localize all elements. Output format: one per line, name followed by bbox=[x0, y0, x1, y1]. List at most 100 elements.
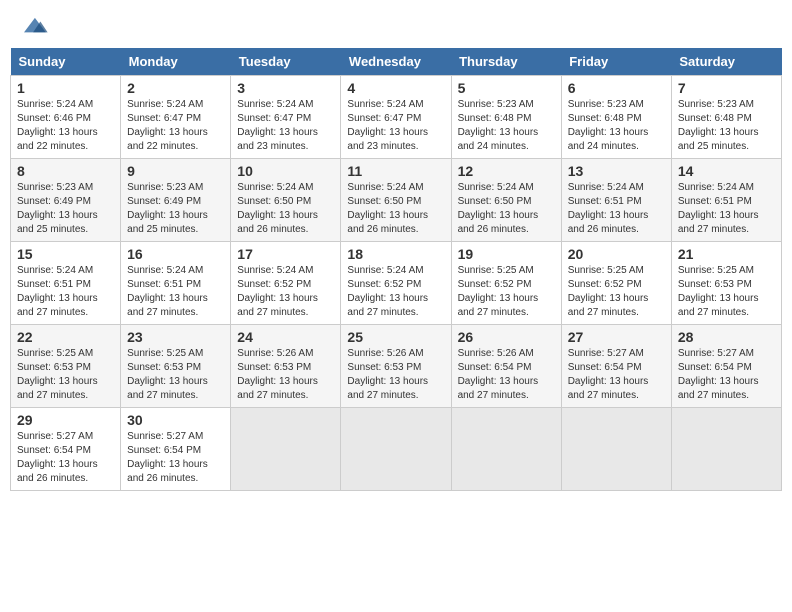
calendar-cell: 3 Sunrise: 5:24 AMSunset: 6:47 PMDayligh… bbox=[231, 76, 341, 159]
calendar-cell: 17 Sunrise: 5:24 AMSunset: 6:52 PMDaylig… bbox=[231, 242, 341, 325]
calendar-table: SundayMondayTuesdayWednesdayThursdayFrid… bbox=[10, 48, 782, 491]
day-number: 26 bbox=[458, 329, 555, 345]
calendar-cell: 1 Sunrise: 5:24 AMSunset: 6:46 PMDayligh… bbox=[11, 76, 121, 159]
day-info: Sunrise: 5:27 AMSunset: 6:54 PMDaylight:… bbox=[568, 348, 649, 401]
logo bbox=[20, 16, 52, 36]
calendar-cell: 4 Sunrise: 5:24 AMSunset: 6:47 PMDayligh… bbox=[341, 76, 451, 159]
calendar-cell: 18 Sunrise: 5:24 AMSunset: 6:52 PMDaylig… bbox=[341, 242, 451, 325]
header bbox=[10, 10, 782, 42]
day-info: Sunrise: 5:24 AMSunset: 6:51 PMDaylight:… bbox=[678, 182, 759, 235]
day-number: 4 bbox=[347, 80, 444, 96]
day-info: Sunrise: 5:24 AMSunset: 6:50 PMDaylight:… bbox=[237, 182, 318, 235]
calendar-cell: 21 Sunrise: 5:25 AMSunset: 6:53 PMDaylig… bbox=[671, 242, 781, 325]
logo-icon bbox=[20, 16, 48, 36]
day-number: 1 bbox=[17, 80, 114, 96]
day-info: Sunrise: 5:24 AMSunset: 6:52 PMDaylight:… bbox=[347, 265, 428, 318]
calendar-cell: 15 Sunrise: 5:24 AMSunset: 6:51 PMDaylig… bbox=[11, 242, 121, 325]
calendar-cell: 5 Sunrise: 5:23 AMSunset: 6:48 PMDayligh… bbox=[451, 76, 561, 159]
day-number: 30 bbox=[127, 412, 224, 428]
calendar-cell: 14 Sunrise: 5:24 AMSunset: 6:51 PMDaylig… bbox=[671, 159, 781, 242]
day-number: 23 bbox=[127, 329, 224, 345]
day-info: Sunrise: 5:25 AMSunset: 6:53 PMDaylight:… bbox=[17, 348, 98, 401]
day-info: Sunrise: 5:26 AMSunset: 6:54 PMDaylight:… bbox=[458, 348, 539, 401]
calendar-cell: 24 Sunrise: 5:26 AMSunset: 6:53 PMDaylig… bbox=[231, 325, 341, 408]
day-number: 27 bbox=[568, 329, 665, 345]
calendar-week-5: 29 Sunrise: 5:27 AMSunset: 6:54 PMDaylig… bbox=[11, 408, 782, 491]
day-number: 22 bbox=[17, 329, 114, 345]
day-info: Sunrise: 5:24 AMSunset: 6:47 PMDaylight:… bbox=[127, 99, 208, 152]
calendar-week-4: 22 Sunrise: 5:25 AMSunset: 6:53 PMDaylig… bbox=[11, 325, 782, 408]
day-info: Sunrise: 5:24 AMSunset: 6:47 PMDaylight:… bbox=[347, 99, 428, 152]
day-number: 19 bbox=[458, 246, 555, 262]
day-number: 15 bbox=[17, 246, 114, 262]
day-number: 2 bbox=[127, 80, 224, 96]
weekday-header-tuesday: Tuesday bbox=[231, 48, 341, 76]
day-number: 14 bbox=[678, 163, 775, 179]
weekday-header-thursday: Thursday bbox=[451, 48, 561, 76]
calendar-cell: 29 Sunrise: 5:27 AMSunset: 6:54 PMDaylig… bbox=[11, 408, 121, 491]
calendar-cell: 16 Sunrise: 5:24 AMSunset: 6:51 PMDaylig… bbox=[121, 242, 231, 325]
day-info: Sunrise: 5:27 AMSunset: 6:54 PMDaylight:… bbox=[17, 431, 98, 484]
calendar-cell: 22 Sunrise: 5:25 AMSunset: 6:53 PMDaylig… bbox=[11, 325, 121, 408]
day-info: Sunrise: 5:26 AMSunset: 6:53 PMDaylight:… bbox=[237, 348, 318, 401]
day-info: Sunrise: 5:25 AMSunset: 6:53 PMDaylight:… bbox=[678, 265, 759, 318]
calendar-cell bbox=[671, 408, 781, 491]
weekday-header-saturday: Saturday bbox=[671, 48, 781, 76]
day-info: Sunrise: 5:24 AMSunset: 6:51 PMDaylight:… bbox=[17, 265, 98, 318]
day-info: Sunrise: 5:24 AMSunset: 6:50 PMDaylight:… bbox=[458, 182, 539, 235]
day-number: 20 bbox=[568, 246, 665, 262]
day-info: Sunrise: 5:24 AMSunset: 6:51 PMDaylight:… bbox=[568, 182, 649, 235]
weekday-header-friday: Friday bbox=[561, 48, 671, 76]
day-number: 6 bbox=[568, 80, 665, 96]
day-number: 21 bbox=[678, 246, 775, 262]
calendar-cell: 28 Sunrise: 5:27 AMSunset: 6:54 PMDaylig… bbox=[671, 325, 781, 408]
calendar-cell: 30 Sunrise: 5:27 AMSunset: 6:54 PMDaylig… bbox=[121, 408, 231, 491]
calendar-cell: 7 Sunrise: 5:23 AMSunset: 6:48 PMDayligh… bbox=[671, 76, 781, 159]
day-info: Sunrise: 5:24 AMSunset: 6:47 PMDaylight:… bbox=[237, 99, 318, 152]
calendar-cell: 6 Sunrise: 5:23 AMSunset: 6:48 PMDayligh… bbox=[561, 76, 671, 159]
calendar-cell: 26 Sunrise: 5:26 AMSunset: 6:54 PMDaylig… bbox=[451, 325, 561, 408]
weekday-header-sunday: Sunday bbox=[11, 48, 121, 76]
calendar-week-2: 8 Sunrise: 5:23 AMSunset: 6:49 PMDayligh… bbox=[11, 159, 782, 242]
day-number: 16 bbox=[127, 246, 224, 262]
day-info: Sunrise: 5:23 AMSunset: 6:48 PMDaylight:… bbox=[678, 99, 759, 152]
calendar-cell: 27 Sunrise: 5:27 AMSunset: 6:54 PMDaylig… bbox=[561, 325, 671, 408]
day-info: Sunrise: 5:23 AMSunset: 6:49 PMDaylight:… bbox=[127, 182, 208, 235]
calendar-week-1: 1 Sunrise: 5:24 AMSunset: 6:46 PMDayligh… bbox=[11, 76, 782, 159]
calendar-cell: 23 Sunrise: 5:25 AMSunset: 6:53 PMDaylig… bbox=[121, 325, 231, 408]
calendar-cell bbox=[341, 408, 451, 491]
day-info: Sunrise: 5:25 AMSunset: 6:52 PMDaylight:… bbox=[458, 265, 539, 318]
day-info: Sunrise: 5:24 AMSunset: 6:52 PMDaylight:… bbox=[237, 265, 318, 318]
day-number: 9 bbox=[127, 163, 224, 179]
calendar-cell: 8 Sunrise: 5:23 AMSunset: 6:49 PMDayligh… bbox=[11, 159, 121, 242]
day-number: 8 bbox=[17, 163, 114, 179]
day-number: 18 bbox=[347, 246, 444, 262]
calendar-week-3: 15 Sunrise: 5:24 AMSunset: 6:51 PMDaylig… bbox=[11, 242, 782, 325]
weekday-header-wednesday: Wednesday bbox=[341, 48, 451, 76]
weekday-header-row: SundayMondayTuesdayWednesdayThursdayFrid… bbox=[11, 48, 782, 76]
day-info: Sunrise: 5:24 AMSunset: 6:46 PMDaylight:… bbox=[17, 99, 98, 152]
day-number: 10 bbox=[237, 163, 334, 179]
day-info: Sunrise: 5:24 AMSunset: 6:51 PMDaylight:… bbox=[127, 265, 208, 318]
day-number: 11 bbox=[347, 163, 444, 179]
day-number: 29 bbox=[17, 412, 114, 428]
day-info: Sunrise: 5:27 AMSunset: 6:54 PMDaylight:… bbox=[127, 431, 208, 484]
day-number: 12 bbox=[458, 163, 555, 179]
day-info: Sunrise: 5:24 AMSunset: 6:50 PMDaylight:… bbox=[347, 182, 428, 235]
day-number: 3 bbox=[237, 80, 334, 96]
day-info: Sunrise: 5:23 AMSunset: 6:49 PMDaylight:… bbox=[17, 182, 98, 235]
weekday-header-monday: Monday bbox=[121, 48, 231, 76]
calendar-cell: 9 Sunrise: 5:23 AMSunset: 6:49 PMDayligh… bbox=[121, 159, 231, 242]
calendar-cell: 10 Sunrise: 5:24 AMSunset: 6:50 PMDaylig… bbox=[231, 159, 341, 242]
calendar-cell bbox=[231, 408, 341, 491]
calendar-cell: 19 Sunrise: 5:25 AMSunset: 6:52 PMDaylig… bbox=[451, 242, 561, 325]
day-number: 25 bbox=[347, 329, 444, 345]
calendar-cell bbox=[561, 408, 671, 491]
day-number: 13 bbox=[568, 163, 665, 179]
day-number: 28 bbox=[678, 329, 775, 345]
day-number: 24 bbox=[237, 329, 334, 345]
day-info: Sunrise: 5:26 AMSunset: 6:53 PMDaylight:… bbox=[347, 348, 428, 401]
calendar-cell: 12 Sunrise: 5:24 AMSunset: 6:50 PMDaylig… bbox=[451, 159, 561, 242]
calendar-cell: 13 Sunrise: 5:24 AMSunset: 6:51 PMDaylig… bbox=[561, 159, 671, 242]
calendar-cell: 20 Sunrise: 5:25 AMSunset: 6:52 PMDaylig… bbox=[561, 242, 671, 325]
